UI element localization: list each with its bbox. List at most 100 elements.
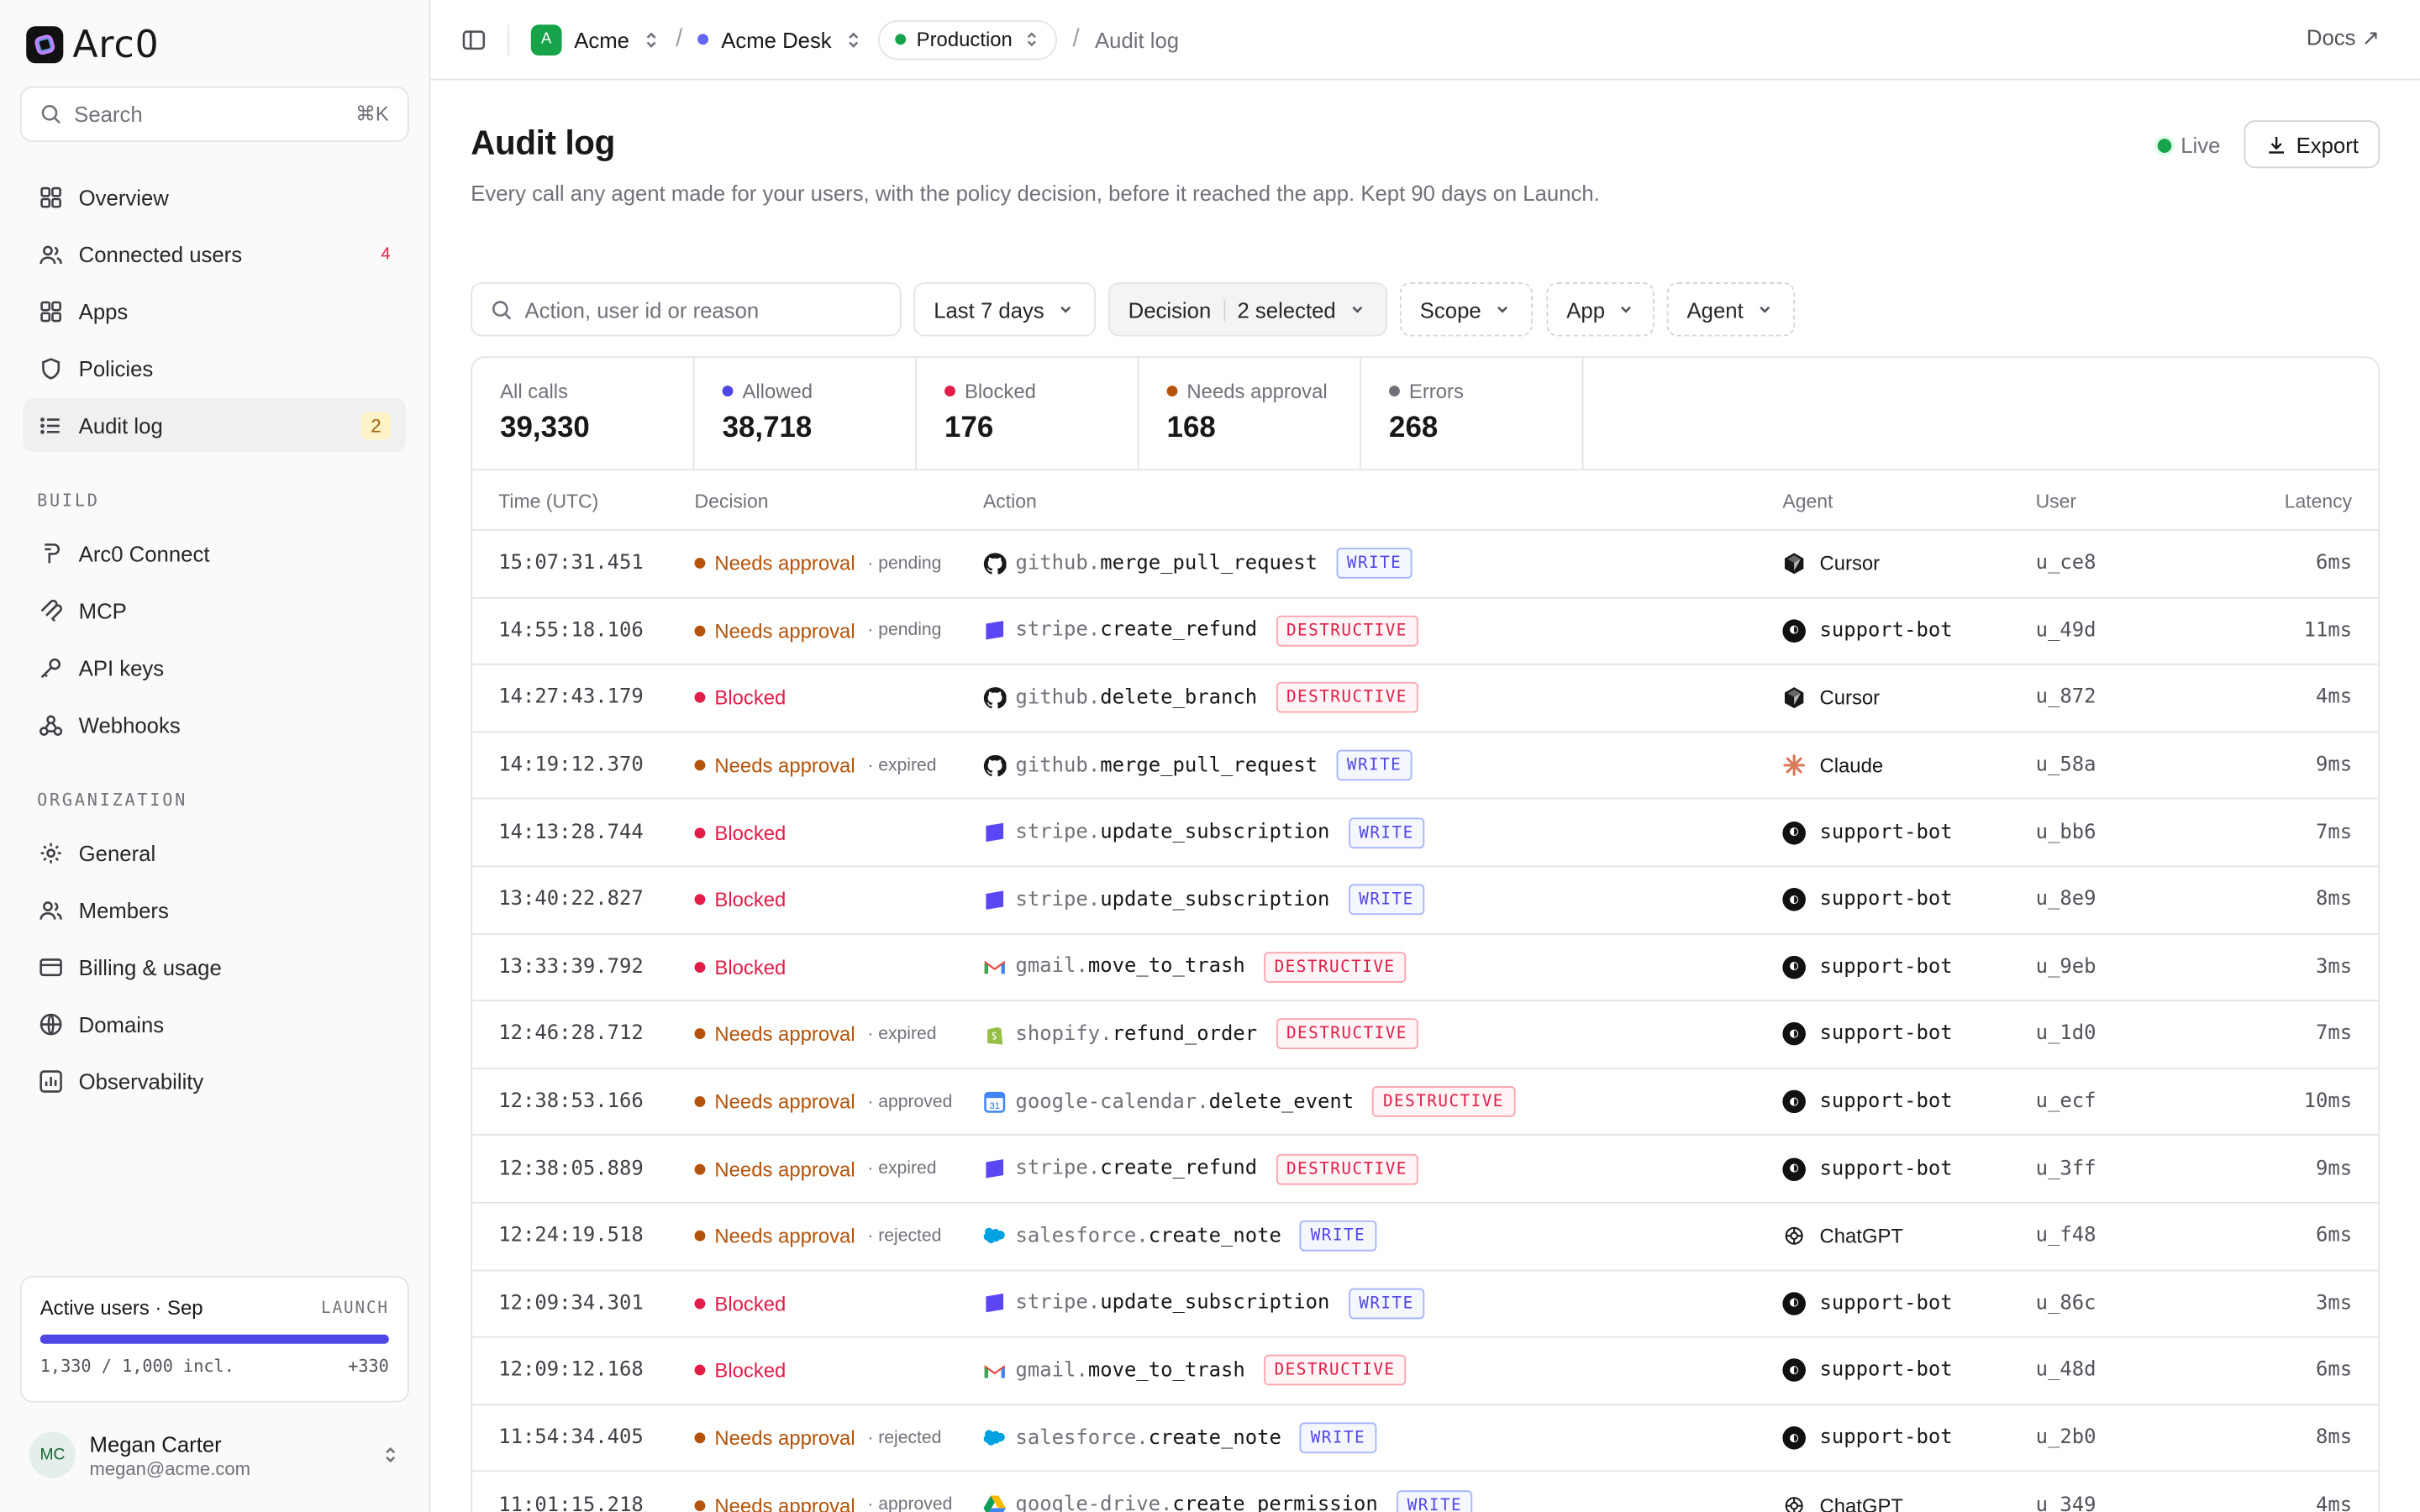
action-method: merge_pull_request [1100, 753, 1318, 777]
sidebar-item-apps[interactable]: Apps [24, 284, 407, 338]
column-header-decision[interactable]: Decision [695, 491, 769, 512]
table-row[interactable]: 12:46:28.712 Needs approval · expired shopi… [472, 1001, 2379, 1069]
date-range-select[interactable]: Last 7 days [913, 282, 1097, 337]
action-tag: DESTRUCTIVE [1276, 682, 1418, 714]
support-bot-icon: ◐ [1782, 1157, 1806, 1181]
chevron-updown-icon [386, 1446, 396, 1463]
cell-agent: ◐ support-bot [1782, 1022, 1953, 1047]
stat-all-calls[interactable]: All calls 39,330 [472, 358, 695, 470]
support-bot-icon: ◐ [1782, 955, 1806, 979]
sidebar-item-domains[interactable]: Domains [24, 997, 407, 1051]
column-header-user[interactable]: User [2036, 491, 2077, 512]
cell-agent: ◐ support-bot [1782, 821, 1953, 844]
table-row[interactable]: 11:01:15.218 Needs approval · approved goog… [472, 1473, 2378, 1512]
action-app: shopify [1015, 1022, 1101, 1047]
sidebar-search-input[interactable]: Search ⌘K [19, 86, 409, 142]
cell-latency: 9ms [2315, 753, 2353, 777]
cell-latency: 3ms [2315, 1291, 2353, 1315]
table-row[interactable]: 13:40:22.827 Blocked stripe.update_subscri… [472, 867, 2379, 935]
table-row[interactable]: 15:07:31.451 Needs approval · pending githu… [472, 531, 2379, 598]
column-header-time[interactable]: Time (UTC) [498, 491, 598, 512]
cell-decision: Blocked [694, 1359, 799, 1383]
decision-label: Needs approval [714, 1426, 855, 1450]
log-search-input[interactable]: Action, user id or reason [471, 282, 902, 337]
app-filter[interactable]: App [1546, 282, 1655, 337]
stat-errors[interactable]: Errors 268 [1361, 358, 1584, 470]
decision-dot [694, 1163, 706, 1174]
sidebar-item-label: Overview [78, 184, 169, 209]
sidebar-item-members[interactable]: Members [24, 883, 407, 937]
stat-label: Errors [1408, 379, 1464, 403]
github-icon [983, 553, 1007, 575]
chevron-updown-icon [646, 31, 656, 48]
cell-user: u_49d [2035, 619, 2096, 643]
table-row[interactable]: 14:55:18.106 Needs approval · pending strip… [472, 598, 2379, 665]
table-row[interactable]: 14:19:12.370 Needs approval · expired githu… [472, 732, 2379, 801]
org-switcher[interactable]: A Acme [530, 24, 660, 55]
sidebar-item-policies[interactable]: Policies [24, 341, 407, 395]
stat-allowed[interactable]: Allowed 38,718 [695, 358, 917, 470]
live-dot [2157, 138, 2172, 152]
sidebar-item-billing[interactable]: Billing & usage [24, 940, 407, 994]
sidebar-item-overview[interactable]: Overview [24, 170, 407, 223]
agent-name: support-bot [1819, 619, 1953, 643]
table-row[interactable]: 13:33:39.792 Blocked gmail.move_to_trash DE… [472, 934, 2379, 1002]
cell-user: u_872 [2035, 686, 2096, 710]
cell-decision: Needs approval · rejected [694, 1225, 941, 1247]
scope-filter[interactable]: Scope [1399, 282, 1533, 337]
cursor-icon [1784, 553, 1804, 575]
sidebar-toggle-icon[interactable] [461, 27, 486, 51]
sidebar-item-mcp[interactable]: MCP [24, 583, 407, 637]
stat-blocked[interactable]: Blocked 176 [917, 358, 1139, 470]
search-placeholder: Action, user id or reason [524, 297, 760, 322]
sidebar-item-webhooks[interactable]: Webhooks [24, 697, 407, 751]
column-header-agent[interactable]: Agent [1782, 491, 1833, 512]
sidebar-item-observability[interactable]: Observability [24, 1053, 407, 1107]
agent-filter-label: Agent [1686, 297, 1744, 322]
decision-status: · expired [867, 756, 937, 775]
usage-progress-bar [39, 1334, 389, 1344]
table-row[interactable]: 14:13:28.744 Blocked stripe.update_subscri… [472, 800, 2379, 868]
table-row[interactable]: 14:27:43.179 Blocked github.delete_branch D… [472, 665, 2379, 733]
table-body: 15:07:31.451 Needs approval · pending githu… [472, 531, 2379, 1512]
cell-latency: 10ms [2303, 1089, 2353, 1114]
sidebar-item-label: Arc0 Connect [78, 540, 210, 566]
project-switcher[interactable]: Acme Desk [697, 27, 863, 52]
column-header-action[interactable]: Action [983, 491, 1037, 512]
table-row[interactable]: 12:38:53.166 Needs approval · approved 31 go… [472, 1068, 2379, 1137]
export-button[interactable]: Export [2244, 120, 2381, 169]
build-nav: Arc0 Connect MCP API keys Webhooks [24, 526, 407, 754]
cell-decision: Needs approval · pending [694, 619, 941, 643]
sidebar-item-connected-users[interactable]: Connected users 4 [24, 227, 407, 281]
column-header-latency[interactable]: Latency [2285, 491, 2352, 512]
table-row[interactable]: 12:24:19.518 Needs approval · rejected sale… [472, 1204, 2379, 1271]
sidebar-item-api-keys[interactable]: API keys [24, 640, 407, 694]
cell-agent: ◐ support-bot [1782, 619, 1953, 643]
cell-action: stripe.update_subscription WRITE [983, 1288, 1425, 1320]
sidebar-item-arc0-connect[interactable]: Arc0 Connect [24, 526, 407, 580]
sidebar-item-audit-log[interactable]: Audit log 2 [23, 397, 407, 453]
action-tag: WRITE [1336, 548, 1413, 580]
table-row[interactable]: 12:09:12.168 Blocked gmail.move_to_trash DE… [472, 1338, 2379, 1405]
user-menu[interactable]: MC Megan Carter megan@acme.com [20, 1416, 409, 1494]
docs-link[interactable]: Docs ↗ [2307, 24, 2380, 50]
decision-dot [694, 961, 706, 973]
action-tag: DESTRUCTIVE [1263, 951, 1407, 983]
table-row[interactable]: 12:38:05.889 Needs approval · expired strip… [472, 1136, 2379, 1204]
decision-filter[interactable]: Decision 2 selected [1107, 282, 1388, 337]
agent-filter[interactable]: Agent [1666, 282, 1796, 337]
table-row[interactable]: 12:09:34.301 Blocked stripe.update_subscri… [472, 1271, 2379, 1338]
cell-time: 12:09:12.168 [498, 1358, 644, 1383]
usage-title: Active users · Sep [39, 1295, 203, 1320]
action-app: gmail [1015, 955, 1076, 979]
table-row[interactable]: 11:54:34.405 Needs approval · rejected sale… [472, 1405, 2379, 1473]
project-name: Acme Desk [721, 27, 832, 52]
sidebar-item-general[interactable]: General [24, 826, 407, 879]
environment-switcher[interactable]: Production [877, 18, 1058, 60]
usage-card[interactable]: Active users · Sep LAUNCH 1,330 / 1,000 … [19, 1275, 409, 1403]
stat-value: 268 [1389, 412, 1439, 444]
live-indicator[interactable]: Live [2157, 133, 2220, 157]
stat-needs-approval[interactable]: Needs approval 168 [1139, 358, 1361, 470]
github-icon [983, 754, 1007, 776]
app-logo[interactable]: Arc0 [26, 24, 159, 66]
